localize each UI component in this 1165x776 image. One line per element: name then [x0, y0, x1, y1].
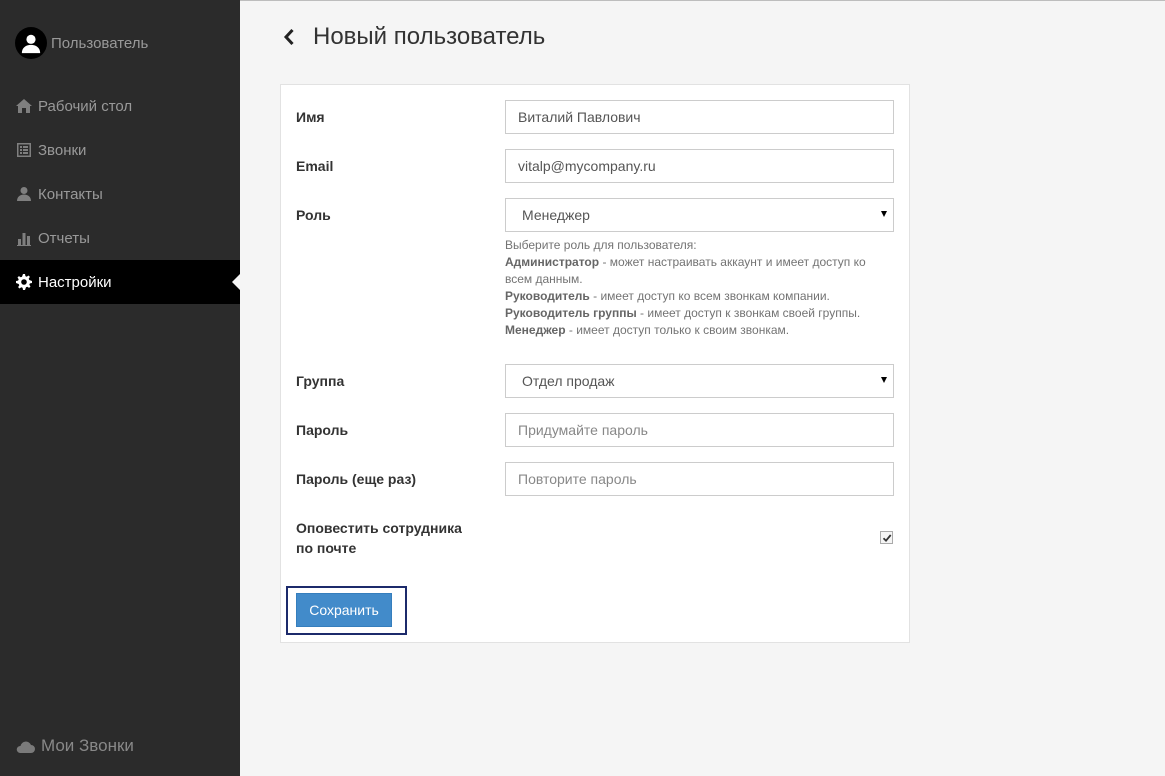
- user-profile[interactable]: Пользователь: [15, 27, 148, 59]
- brand-name: Мои Звонки: [41, 736, 134, 755]
- sidebar-item-reports[interactable]: Отчеты: [0, 216, 240, 260]
- password-input[interactable]: Придумайте пароль: [505, 413, 894, 447]
- password-repeat-label: Пароль (еще раз): [296, 471, 417, 487]
- role-select[interactable]: Менеджер: [505, 198, 894, 232]
- sidebar-item-label: Контакты: [38, 185, 103, 203]
- password-label: Пароль: [296, 422, 349, 438]
- name-input[interactable]: Виталий Павлович: [505, 100, 894, 134]
- role-select-value: Менеджер: [522, 207, 590, 223]
- role-label: Роль: [296, 207, 331, 223]
- back-chevron-icon[interactable]: [280, 28, 298, 46]
- sidebar-item-settings[interactable]: Настройки: [0, 260, 240, 304]
- new-user-form: Имя Виталий Павлович Email vitalp@mycomp…: [280, 84, 910, 643]
- caret-down-icon: [881, 211, 887, 217]
- role-help-item: Администратор - может настраивать аккаун…: [505, 255, 866, 286]
- sidebar-item-label: Звонки: [38, 141, 87, 159]
- email-input[interactable]: vitalp@mycompany.ru: [505, 149, 894, 183]
- gear-icon: [15, 273, 33, 291]
- cloud-icon: [16, 741, 35, 753]
- caret-down-icon: [881, 377, 887, 383]
- email-label: Email: [296, 158, 334, 174]
- sidebar-item-label: Отчеты: [38, 229, 90, 247]
- group-label: Группа: [296, 373, 345, 389]
- role-help-text: Выберите роль для пользователя: Админист…: [505, 237, 894, 339]
- sidebar: Пользователь Рабочий стол Звонки Контакт…: [0, 0, 240, 776]
- user-name: Пользователь: [51, 34, 149, 52]
- sidebar-item-dashboard[interactable]: Рабочий стол: [0, 84, 240, 128]
- role-help-item: Менеджер - имеет доступ только к своим з…: [505, 323, 790, 337]
- role-help-item: Руководитель группы - имеет доступ к зво…: [505, 306, 861, 320]
- sidebar-item-label: Настройки: [38, 273, 112, 291]
- page-header: Новый пользователь: [280, 22, 545, 52]
- check-icon: [882, 533, 891, 542]
- sidebar-nav: Рабочий стол Звонки Контакты Отчеты Наст…: [0, 84, 240, 304]
- list-icon: [15, 141, 33, 159]
- group-select-value: Отдел продаж: [522, 373, 615, 389]
- brand-logo[interactable]: Мои Звонки: [15, 736, 134, 756]
- bar-chart-icon: [15, 229, 33, 247]
- sidebar-item-contacts[interactable]: Контакты: [0, 172, 240, 216]
- password-repeat-input[interactable]: Повторите пароль: [505, 462, 894, 496]
- role-help-intro: Выберите роль для пользователя:: [505, 238, 697, 252]
- home-icon: [15, 97, 33, 115]
- role-help-item: Руководитель - имеет доступ ко всем звон…: [505, 289, 830, 303]
- sidebar-item-calls[interactable]: Звонки: [0, 128, 240, 172]
- group-select[interactable]: Отдел продаж: [505, 364, 894, 398]
- page-title: Новый пользователь: [313, 23, 546, 50]
- top-border: [240, 0, 1165, 1]
- name-label: Имя: [296, 109, 325, 125]
- save-button[interactable]: Сохранить: [296, 593, 392, 627]
- person-icon: [15, 185, 33, 203]
- user-avatar-icon: [15, 27, 47, 59]
- sidebar-item-label: Рабочий стол: [38, 97, 133, 115]
- notify-checkbox[interactable]: [880, 531, 893, 544]
- notify-label: Оповестить сотрудника по почте: [296, 520, 462, 556]
